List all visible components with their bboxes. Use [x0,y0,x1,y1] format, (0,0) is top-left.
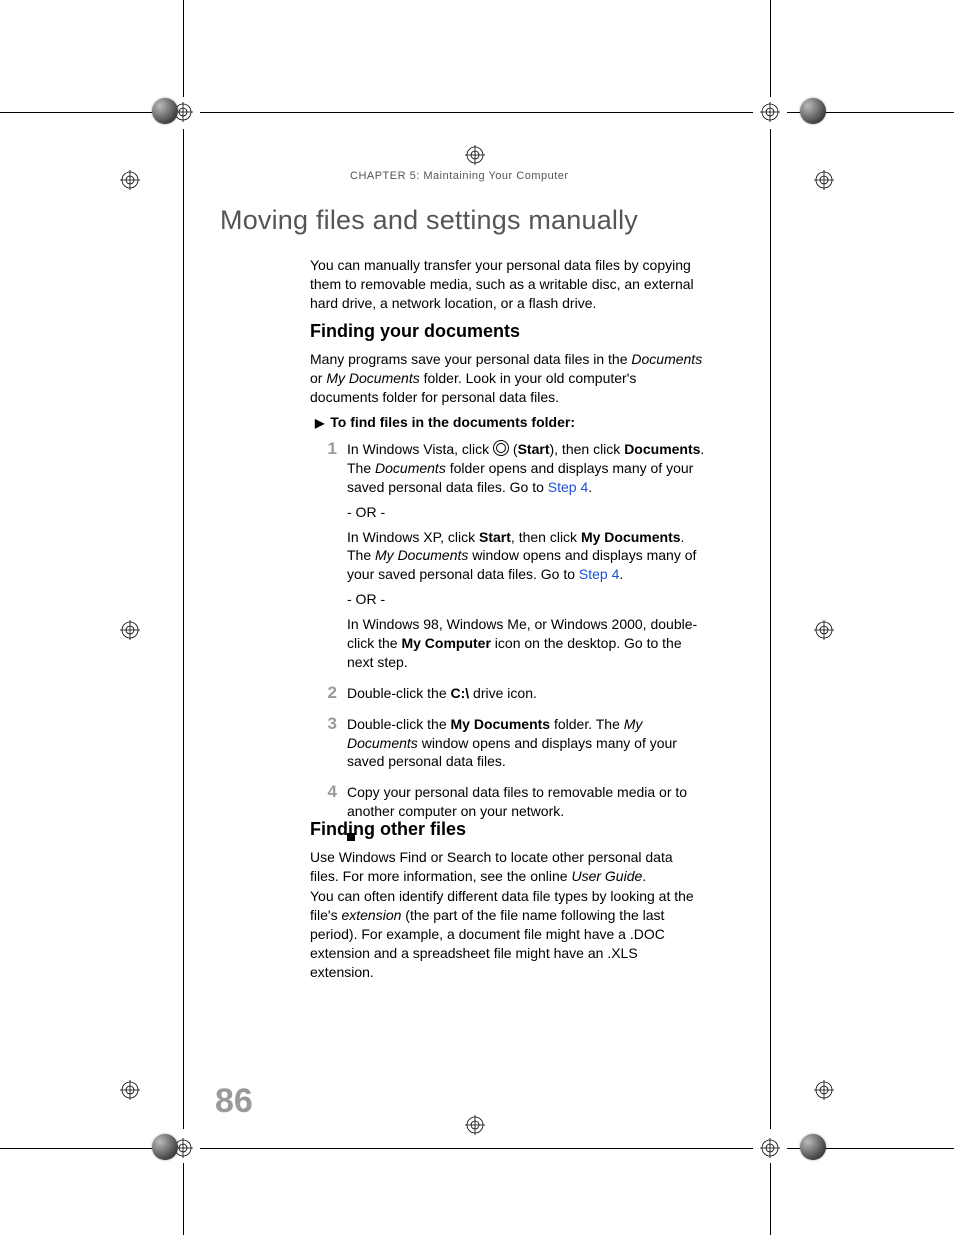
text: . [619,566,623,582]
step-body: Double-click the My Documents folder. Th… [347,715,705,778]
registration-mark-icon [465,145,485,165]
italic-text: My Documents [375,547,468,563]
italic-text: My Documents [326,370,419,386]
procedure-heading-text: To find files in the documents folder: [330,414,575,430]
text: ), then click [549,441,624,457]
crop-line [770,0,771,97]
section2-paragraph-1: Use Windows Find or Search to locate oth… [310,848,705,886]
windows-start-icon [493,440,509,456]
triangle-right-icon: ▶ [315,416,324,430]
bold-text: Start [479,529,511,545]
section1-paragraph: Many programs save your personal data fi… [310,350,705,407]
section-heading-finding-other: Finding other files [310,819,466,840]
link-step4[interactable]: Step 4 [548,479,588,495]
crop-line [787,1148,954,1149]
bold-text: Start [518,441,550,457]
text: . [642,868,646,884]
bold-text: My Documents [451,716,551,732]
text: In Windows XP, click [347,529,479,545]
page-number: 86 [215,1082,253,1121]
step-body: Double-click the C:\ drive icon. [347,684,705,709]
procedure-heading: ▶ To find files in the documents folder: [315,414,575,430]
link-step4[interactable]: Step 4 [579,566,619,582]
crop-line [183,1163,184,1235]
chapter-label: CHAPTER [350,170,406,182]
registration-mark-icon [120,170,140,190]
page-title: Moving files and settings manually [220,205,638,236]
or-separator: - OR - [347,503,705,522]
intro-paragraph: You can manually transfer your personal … [310,256,705,313]
text: Copy your personal data files to removab… [347,783,705,821]
step-1: 1 In Windows Vista, click (Start), then … [315,440,705,678]
text: Double-click the [347,685,451,701]
or-separator: - OR - [347,590,705,609]
crop-line [787,112,954,113]
bead-icon [800,98,826,124]
text: , then click [511,529,581,545]
step-number: 1 [315,440,347,459]
registration-mark-icon [465,1115,485,1135]
step-number: 3 [315,715,347,734]
page: CHAPTER 5: Maintaining Your Computer Mov… [0,0,954,1235]
bead-icon [800,1134,826,1160]
text: folder. The [550,716,624,732]
registration-mark-icon [173,1138,193,1158]
text: Double-click the [347,716,451,732]
crop-line [0,112,167,113]
italic-text: Documents [375,460,446,476]
bold-text: My Computer [401,635,490,651]
chapter-header: CHAPTER 5: Maintaining Your Computer [350,170,569,182]
registration-mark-icon [760,102,780,122]
step-3: 3 Double-click the My Documents folder. … [315,715,705,778]
bold-text: My Documents [581,529,681,545]
bead-icon [152,1134,178,1160]
bead-icon [152,98,178,124]
text: Many programs save your personal data fi… [310,351,631,367]
registration-mark-icon [814,620,834,640]
registration-mark-icon [814,170,834,190]
chapter-title: : Maintaining Your Computer [416,170,568,182]
crop-line [0,1148,167,1149]
text: drive icon. [469,685,537,701]
section2-paragraph-2: You can often identify different data fi… [310,887,705,981]
bold-text: Documents [624,441,700,457]
text: ( [509,441,518,457]
registration-mark-icon [173,102,193,122]
step-body: In Windows Vista, click (Start), then cl… [347,440,705,678]
crop-line [770,129,771,1129]
crop-line [183,129,184,1129]
text: In Windows Vista, click [347,441,493,457]
registration-mark-icon [760,1138,780,1158]
registration-mark-icon [814,1080,834,1100]
crop-line [200,1148,753,1149]
crop-line [200,112,753,113]
section-heading-finding-documents: Finding your documents [310,321,520,342]
text: or [310,370,326,386]
step-number: 4 [315,783,347,802]
registration-mark-icon [120,1080,140,1100]
step-2: 2 Double-click the C:\ drive icon. [315,684,705,709]
bold-text: C:\ [451,685,470,701]
crop-line [183,0,184,97]
steps-list: 1 In Windows Vista, click (Start), then … [315,434,705,846]
crop-line [770,1163,771,1235]
italic-text: Documents [631,351,702,367]
registration-mark-icon [120,620,140,640]
italic-text: User Guide [571,868,642,884]
step-number: 2 [315,684,347,703]
italic-text: extension [341,907,401,923]
text: . [588,479,592,495]
